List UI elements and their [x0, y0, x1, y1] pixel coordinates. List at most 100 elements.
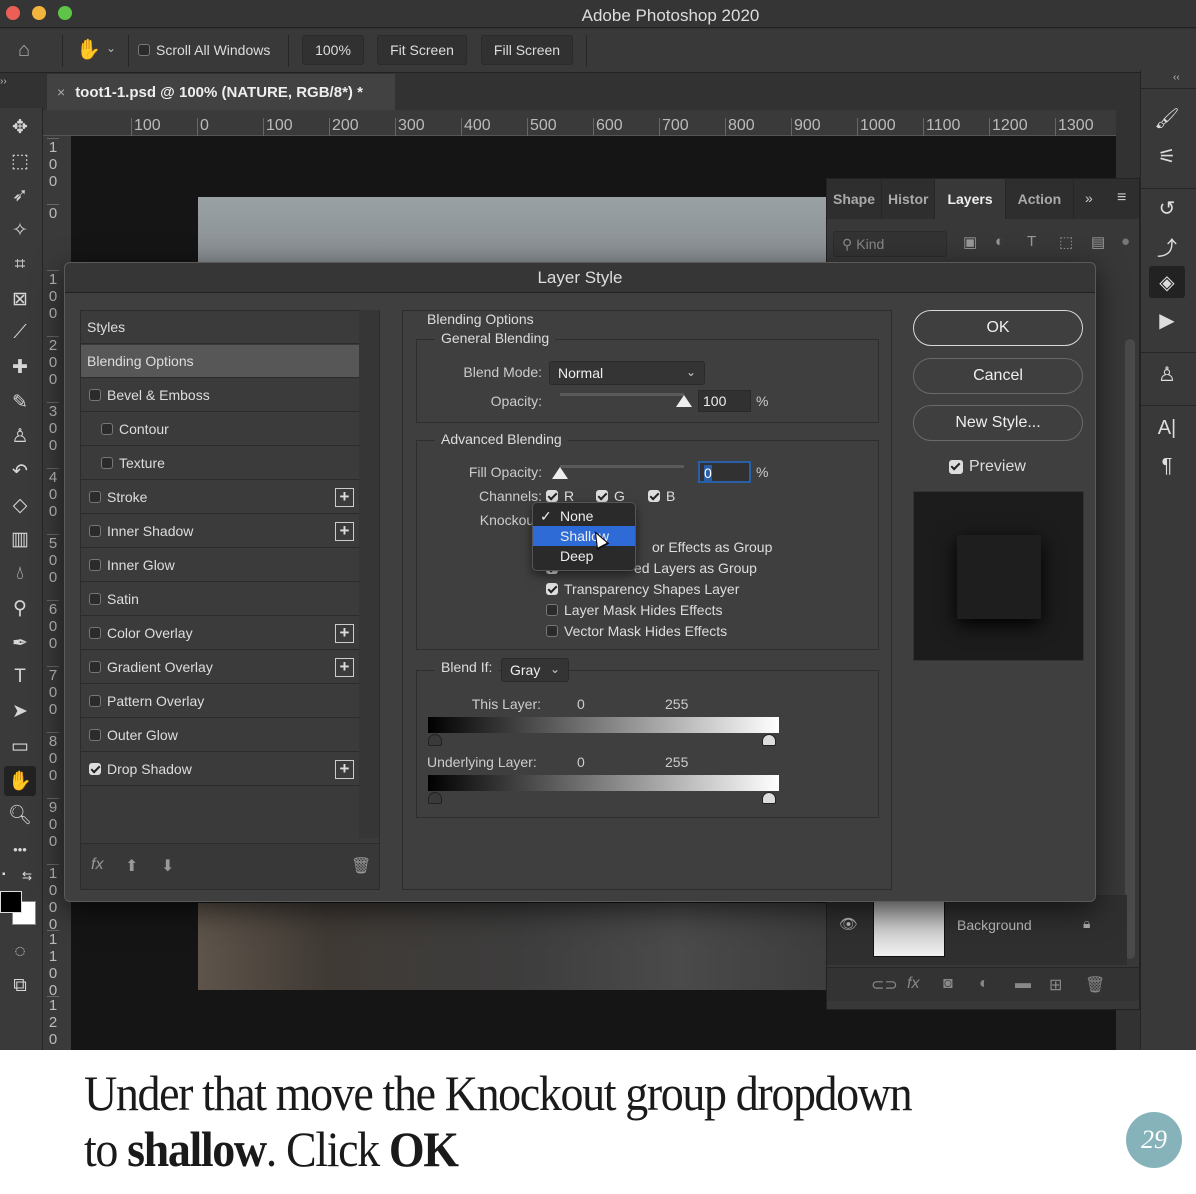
style-item-stroke[interactable]: Stroke +	[81, 481, 359, 514]
document-tab[interactable]: × toot1-1.psd @ 100% (NATURE, RGB/8*) *	[47, 74, 395, 110]
style-item-inner-shadow[interactable]: Inner Shadow +	[81, 515, 359, 548]
add-effect-plus-icon[interactable]: +	[335, 658, 354, 677]
layer-row-background[interactable]: 👁 Background 🔒︎	[827, 895, 1127, 965]
checkbox-icon[interactable]	[89, 389, 101, 401]
blur-tool-icon[interactable]: 💧︎	[4, 559, 36, 589]
checkbox-icon[interactable]	[89, 491, 101, 503]
filter-toggle[interactable]: ●	[1121, 233, 1130, 250]
quick-mask-tool-icon[interactable]: ◌	[4, 937, 36, 967]
default-colors-icon[interactable]: ▪	[2, 869, 6, 880]
checkbox-icon[interactable]	[89, 695, 101, 707]
layer-mask-hides-effects-checkbox[interactable]: Layer Mask Hides Effects	[546, 602, 722, 618]
magic-wand-tool-icon[interactable]: ✧	[4, 215, 36, 245]
vector-mask-hides-effects-checkbox[interactable]: Vector Mask Hides Effects	[546, 623, 727, 639]
underlying-white-slider[interactable]	[762, 792, 776, 804]
checkbox-icon[interactable]	[89, 763, 101, 775]
fit-screen-button[interactable]: Fit Screen	[377, 35, 467, 65]
brush-settings-icon[interactable]: 🖌︎	[1149, 102, 1185, 134]
horizontal-ruler[interactable]: 100 0 100 200 300 400 500 600 700 800 900 1000 1100 1…	[43, 110, 1116, 136]
add-mask-icon[interactable]: ◙	[943, 975, 953, 993]
eraser-tool-icon[interactable]: ◇	[4, 490, 36, 520]
brush-presets-icon[interactable]: ⚟	[1149, 140, 1185, 172]
more-tabs-icon[interactable]: »	[1085, 190, 1093, 206]
checkbox-icon[interactable]	[89, 525, 101, 537]
style-item-satin[interactable]: Satin	[81, 583, 359, 616]
fill-opacity-slider[interactable]	[560, 465, 684, 468]
blend-mode-select[interactable]: Normal ⌄	[549, 361, 705, 385]
paragraph-icon[interactable]: ¶	[1149, 450, 1185, 482]
move-up-icon[interactable]: ⬆	[125, 856, 138, 876]
close-document-icon[interactable]: ×	[57, 84, 65, 100]
ok-button[interactable]: OK	[913, 310, 1083, 346]
add-effect-plus-icon[interactable]: +	[335, 522, 354, 541]
style-item-gradient-overlay[interactable]: Gradient Overlay +	[81, 651, 359, 684]
fill-opacity-slider-thumb[interactable]	[552, 467, 568, 479]
fx-icon[interactable]: fx	[907, 975, 919, 993]
delete-layer-icon[interactable]: 🗑︎	[1085, 975, 1105, 995]
lock-icon[interactable]: 🔒︎	[1083, 915, 1090, 932]
delete-effect-icon[interactable]: 🗑︎	[351, 856, 371, 876]
screen-mode-tool-icon[interactable]: ⧉	[4, 971, 36, 1001]
this-layer-black-slider[interactable]	[428, 734, 442, 746]
tab-shape[interactable]: Shape	[827, 179, 883, 219]
swap-colors-icon[interactable]: ⇆	[22, 869, 32, 883]
brush-tool-icon[interactable]: ✎	[4, 387, 36, 417]
hand-tool-icon[interactable]: ✋	[4, 765, 36, 796]
knockout-option-none[interactable]: ✓ None	[533, 506, 635, 526]
history-states-icon[interactable]: ⤴	[1149, 230, 1185, 262]
fill-opacity-input[interactable]: 0	[698, 461, 751, 483]
style-item-bevel-emboss[interactable]: Bevel & Emboss	[81, 379, 359, 412]
opacity-slider-thumb[interactable]	[676, 395, 692, 407]
new-group-icon[interactable]: ▬	[1015, 975, 1031, 993]
actions-play-icon[interactable]: ▶	[1149, 304, 1185, 336]
character-icon[interactable]: A|	[1149, 412, 1185, 444]
path-selection-tool-icon[interactable]: ➤	[4, 697, 36, 727]
new-layer-icon[interactable]: ⊞	[1049, 975, 1062, 995]
crop-tool-icon[interactable]: ⌗	[4, 250, 36, 280]
style-item-inner-glow[interactable]: Inner Glow	[81, 549, 359, 582]
opacity-slider[interactable]	[560, 393, 684, 396]
frame-tool-icon[interactable]: ⊠	[4, 284, 36, 314]
dodge-tool-icon[interactable]: ⚲	[4, 594, 36, 624]
tab-layers[interactable]: Layers	[935, 179, 1006, 219]
collapse-dock-icon[interactable]: ‹‹	[1173, 72, 1180, 83]
checkbox-icon[interactable]	[89, 627, 101, 639]
clone-stamp-tool-icon[interactable]: ♙	[4, 422, 36, 452]
checkbox-icon[interactable]	[89, 661, 101, 673]
style-item-blending-options[interactable]: Blending Options	[81, 345, 359, 378]
tab-actions[interactable]: Action	[1006, 179, 1075, 219]
checkbox-icon[interactable]	[89, 729, 101, 741]
panel-menu-icon[interactable]: ≡	[1117, 189, 1126, 207]
hand-tool-icon[interactable]: ✋	[76, 37, 101, 62]
layers-scrollbar[interactable]	[1125, 339, 1135, 959]
type-tool-icon[interactable]: T	[4, 662, 36, 692]
opacity-input[interactable]: 100	[698, 390, 751, 412]
cancel-button[interactable]: Cancel	[913, 358, 1083, 394]
checkbox-icon[interactable]	[89, 593, 101, 605]
more-tool-icon[interactable]: •••	[4, 834, 36, 864]
knockout-option-deep[interactable]: Deep	[533, 546, 635, 566]
tab-history[interactable]: Histor	[882, 179, 936, 219]
style-item-drop-shadow[interactable]: Drop Shadow +	[81, 753, 359, 786]
style-item-outer-glow[interactable]: Outer Glow	[81, 719, 359, 752]
checkbox-icon[interactable]	[101, 457, 113, 469]
add-effect-plus-icon[interactable]: +	[335, 488, 354, 507]
eyedropper-tool-icon[interactable]: ⟋	[4, 318, 36, 348]
visibility-eye-icon[interactable]: 👁	[839, 915, 858, 933]
fx-menu-icon[interactable]: fx	[91, 856, 103, 874]
adjustment-filter-icon[interactable]: ◐	[995, 233, 1004, 250]
foreground-color-swatch[interactable]	[0, 890, 22, 913]
fill-screen-button[interactable]: Fill Screen	[481, 35, 573, 65]
style-item-contour[interactable]: Contour	[81, 413, 359, 446]
home-icon[interactable]: ⌂	[18, 39, 30, 62]
gradient-tool-icon[interactable]: ▥	[4, 525, 36, 555]
marquee-tool-icon[interactable]: ⬚	[4, 146, 36, 176]
this-layer-white-slider[interactable]	[762, 734, 776, 746]
knockout-option-shallow[interactable]: Shallow	[533, 526, 635, 546]
lasso-tool-icon[interactable]: ➶	[4, 181, 36, 211]
smart-object-filter-icon[interactable]: ▤	[1091, 233, 1105, 251]
style-item-pattern-overlay[interactable]: Pattern Overlay	[81, 685, 359, 718]
healing-brush-tool-icon[interactable]: ✚	[4, 353, 36, 383]
style-item-color-overlay[interactable]: Color Overlay +	[81, 617, 359, 650]
clone-source-icon[interactable]: ♙	[1149, 358, 1185, 390]
